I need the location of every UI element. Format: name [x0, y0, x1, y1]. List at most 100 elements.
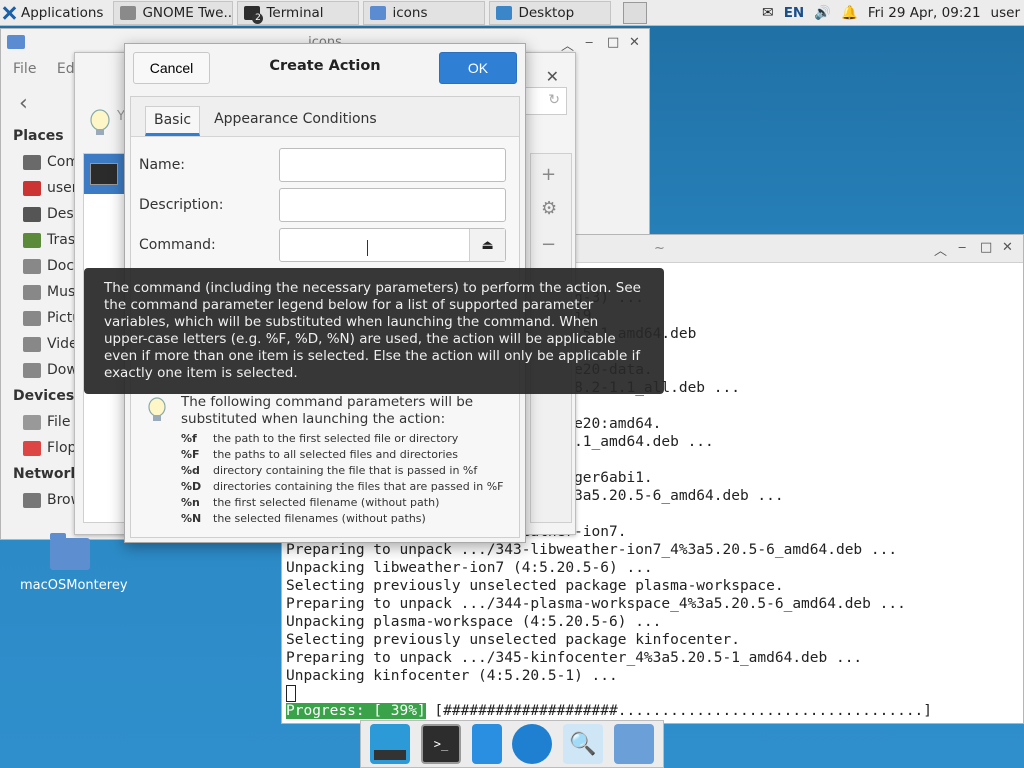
terminal-line: Selecting previously unselected package …	[286, 632, 740, 648]
keyboard-layout[interactable]: EN	[784, 5, 805, 21]
sidebar-item-filesystem[interactable]: File	[1, 409, 81, 435]
tab-appearance-conditions[interactable]: Appearance Conditions	[206, 106, 385, 136]
applications-label: Applications	[21, 4, 104, 21]
browser-icon[interactable]	[512, 724, 553, 764]
minimize-icon[interactable]: ‒	[958, 240, 966, 255]
clock[interactable]: Fri 29 Apr, 09:21	[868, 5, 981, 21]
terminal-line: Unpacking libweather-ion7 (4:5.20.5-6) .…	[286, 560, 653, 576]
sidebar-item-documents[interactable]: Doc	[1, 253, 81, 279]
browse-button[interactable]: ⏏	[469, 229, 505, 261]
top-panel: Applications GNOME Twe... 2 Terminal ico…	[0, 0, 1024, 26]
menu-file[interactable]: File	[13, 61, 36, 77]
terminal-line: Preparing to unpack .../344-plasma-works…	[286, 596, 906, 612]
close-icon[interactable]: ✕	[1002, 240, 1013, 255]
add-icon[interactable]: +	[541, 164, 556, 185]
terminal-icon: 2	[244, 5, 264, 24]
workspace-switcher[interactable]	[623, 1, 648, 24]
applications-menu[interactable]: Applications	[0, 0, 107, 26]
files-icon[interactable]	[471, 724, 502, 764]
show-desktop-icon[interactable]	[370, 724, 411, 764]
folder-icon	[370, 5, 387, 20]
terminal-line: Selecting previously unselected package …	[286, 578, 784, 594]
desktop-item-macosmonterey[interactable]: macOSMonterey	[20, 533, 128, 593]
network-icon[interactable]: ✉	[762, 5, 774, 21]
name-row: Name:	[139, 148, 506, 182]
command-field[interactable]	[280, 229, 470, 261]
desktop-icon	[496, 5, 513, 20]
cursor	[286, 685, 296, 702]
param-code: %n	[181, 495, 200, 509]
documents-folder-icon	[23, 258, 41, 274]
dock: >_ 🔍	[360, 720, 664, 768]
chevron-up-icon[interactable]: ︿	[934, 240, 947, 259]
user-menu[interactable]: user	[991, 5, 1020, 21]
task-label: Desktop	[518, 4, 575, 21]
sidebar-item-downloads[interactable]: Dow	[1, 357, 81, 383]
minimize-icon[interactable]: ‒	[585, 35, 593, 50]
gnome-tweaks-icon	[120, 5, 137, 20]
sidebar-item-videos[interactable]: Vide	[1, 331, 81, 357]
reload-icon[interactable]: ↻	[548, 92, 560, 108]
param-code: %N	[181, 511, 202, 525]
search-icon[interactable]: 🔍	[562, 724, 603, 764]
music-folder-icon	[23, 284, 41, 300]
pictures-folder-icon	[23, 310, 41, 326]
terminal-icon	[90, 163, 118, 185]
sidebar-item-label: Tras	[47, 232, 76, 248]
progress-line: Progress: [ 39%] [####################..…	[286, 702, 932, 720]
param-desc: the selected filenames (without paths)	[213, 511, 426, 525]
show-desktop-bar	[374, 750, 407, 760]
sidebar-item-user[interactable]: user	[1, 175, 81, 201]
sidebar-item-label: user	[47, 180, 78, 196]
progress-bar: [####################...................…	[425, 703, 933, 719]
name-field[interactable]	[279, 148, 506, 182]
param-code: %D	[181, 479, 202, 493]
param-desc: the path to the first selected file or d…	[213, 431, 459, 445]
sidebar-item-computer[interactable]: Com	[1, 149, 81, 175]
notification-bell-icon[interactable]: 🔔	[841, 5, 858, 21]
remove-icon[interactable]: −	[541, 234, 556, 255]
description-field[interactable]	[279, 188, 506, 222]
task-desktop[interactable]: Desktop	[489, 0, 612, 25]
sidebar-item-label: Mus	[47, 284, 76, 300]
sidebar-item-browse-network[interactable]: Brow	[1, 487, 81, 513]
computer-icon	[23, 154, 41, 170]
trash-icon	[23, 232, 41, 248]
param-desc: directories containing the files that ar…	[213, 479, 504, 493]
task-icons[interactable]: icons	[363, 0, 486, 25]
param-code: %F	[181, 447, 200, 461]
command-row: Command: ⏏	[139, 228, 506, 262]
tab-basic[interactable]: Basic	[145, 106, 201, 136]
sidebar-item-desktop[interactable]: Des	[1, 201, 81, 227]
close-icon[interactable]: ✕	[629, 35, 640, 50]
maximize-icon[interactable]: □	[607, 35, 619, 50]
sidebar-item-floppy[interactable]: Flop	[1, 435, 81, 461]
action-item-terminal[interactable]	[84, 154, 124, 194]
volume-icon[interactable]: 🔊	[814, 5, 831, 21]
desktop-icon	[23, 206, 41, 222]
terminal-icon[interactable]: >_	[420, 724, 461, 764]
videos-folder-icon	[23, 336, 41, 352]
window-title: ~	[654, 241, 665, 256]
task-label: GNOME Twe...	[142, 4, 234, 21]
task-gnome-tweaks[interactable]: GNOME Twe...	[113, 0, 234, 25]
open-folder-icon: ⏏	[481, 237, 494, 253]
close-icon[interactable]: ✕	[546, 67, 559, 86]
desktop-item-label: macOSMonterey	[20, 578, 128, 593]
ok-button[interactable]: OK	[439, 52, 517, 84]
folder-icon[interactable]	[613, 724, 654, 764]
param-desc: directory containing the file that is pa…	[213, 463, 478, 477]
sidebar-item-pictures[interactable]: Pictu	[1, 305, 81, 331]
xfce-logo-icon	[2, 6, 16, 20]
gear-icon[interactable]: ⚙	[541, 198, 557, 219]
maximize-icon[interactable]: □	[980, 240, 992, 255]
back-arrow-icon[interactable]: ‹	[19, 91, 28, 116]
table-row: %F the paths to all selected files and di…	[181, 446, 503, 462]
sidebar-item-music[interactable]: Mus	[1, 279, 81, 305]
floppy-icon	[23, 440, 41, 456]
devices-header: Devices	[13, 388, 75, 404]
sidebar-item-label: Doc	[47, 258, 75, 274]
task-terminal[interactable]: 2 Terminal	[237, 0, 360, 25]
sidebar-item-label: File	[47, 414, 71, 430]
sidebar-item-trash[interactable]: Tras	[1, 227, 81, 253]
